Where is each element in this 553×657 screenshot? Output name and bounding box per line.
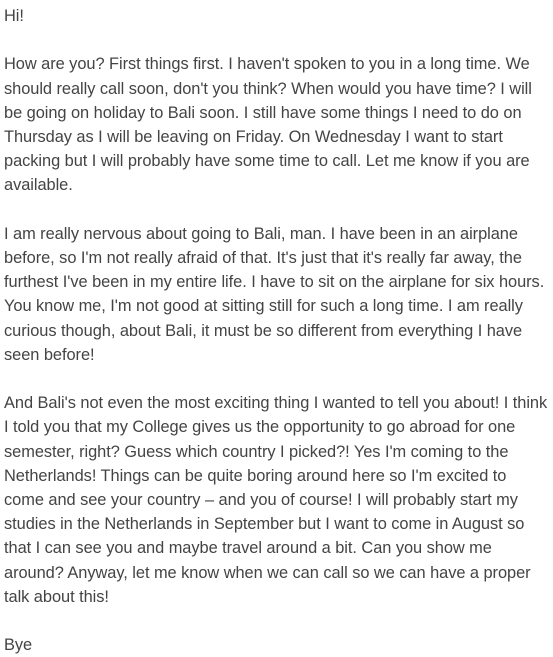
letter-paragraph-1: How are you? First things first. I haven…: [4, 55, 532, 195]
letter-paragraph-2: I am really nervous about going to Bali,…: [4, 224, 545, 364]
letter-greeting: Hi!: [4, 7, 24, 25]
letter-closing: Bye: [4, 636, 33, 655]
letter-body: Hi! How are you? First things first. I h…: [0, 0, 553, 657]
letter-paragraph-3: And Bali's not even the most exciting th…: [4, 394, 548, 606]
